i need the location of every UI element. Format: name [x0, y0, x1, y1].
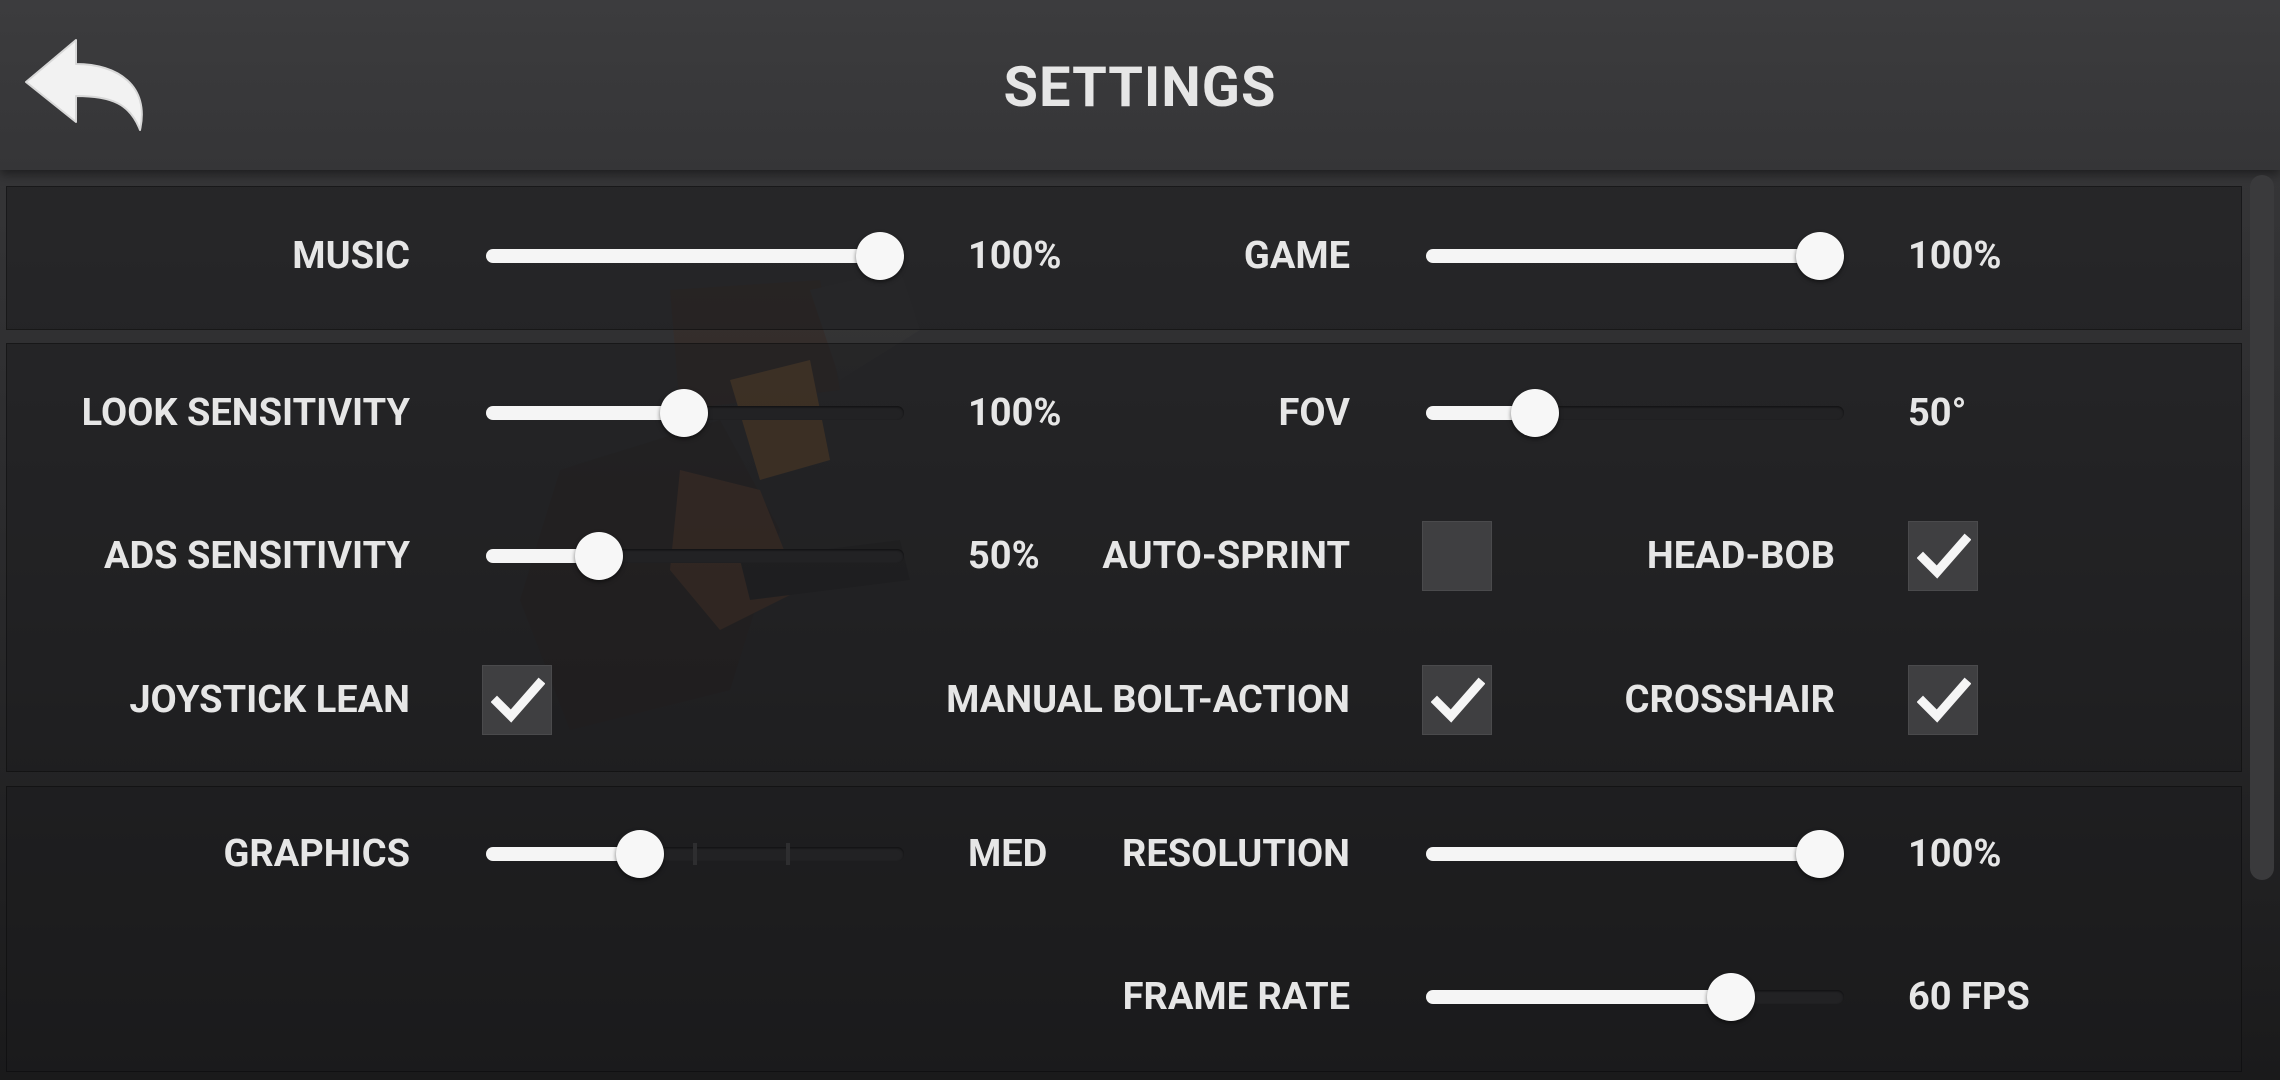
- checkmark-icon: [491, 677, 545, 723]
- look-sensitivity-label: LOOK SENSITIVITY: [81, 391, 410, 435]
- auto-sprint-label: AUTO-SPRINT: [1102, 534, 1350, 578]
- manual-bolt-action-checkbox[interactable]: [1422, 665, 1492, 735]
- crosshair-label: CROSSHAIR: [1624, 678, 1835, 722]
- checkmark-icon: [1917, 677, 1971, 723]
- music-slider[interactable]: [486, 232, 904, 280]
- slider-knob[interactable]: [1796, 830, 1844, 878]
- resolution-value: 100%: [1908, 832, 2002, 876]
- top-bar: SETTINGS: [0, 0, 2280, 170]
- joystick-lean-checkbox[interactable]: [482, 665, 552, 735]
- ads-sensitivity-label: ADS SENSITIVITY: [103, 534, 410, 578]
- graphics-label: GRAPHICS: [223, 832, 410, 876]
- slider-tick: [693, 843, 697, 865]
- slider-knob[interactable]: [574, 532, 623, 580]
- graphics-value: MED: [968, 832, 1048, 876]
- crosshair-checkbox[interactable]: [1908, 665, 1978, 735]
- ads-sensitivity-value: 50%: [968, 534, 1040, 578]
- resolution-label: RESOLUTION: [1122, 832, 1350, 876]
- fov-slider[interactable]: [1426, 389, 1844, 437]
- checkmark-icon: [1431, 677, 1485, 723]
- checkmark-icon: [1917, 533, 1971, 579]
- slider-knob[interactable]: [615, 830, 664, 878]
- ads-sensitivity-slider[interactable]: [486, 532, 904, 580]
- music-value: 100%: [968, 234, 1062, 278]
- slider-knob[interactable]: [1707, 973, 1756, 1021]
- music-label: MUSIC: [292, 234, 410, 278]
- head-bob-label: HEAD-BOB: [1646, 534, 1835, 578]
- page-title: SETTINGS: [1003, 54, 1277, 120]
- frame-rate-slider[interactable]: [1426, 973, 1844, 1021]
- frame-rate-label: FRAME RATE: [1122, 975, 1350, 1019]
- fov-value: 50°: [1908, 391, 1967, 435]
- slider-knob[interactable]: [1511, 389, 1560, 437]
- fov-label: FOV: [1278, 391, 1350, 435]
- joystick-lean-label: JOYSTICK LEAN: [129, 678, 410, 722]
- graphics-slider[interactable]: [486, 830, 904, 878]
- look-sensitivity-slider[interactable]: [486, 389, 904, 437]
- game-label: GAME: [1243, 234, 1350, 278]
- frame-rate-value: 60 FPS: [1908, 975, 2030, 1019]
- game-slider[interactable]: [1426, 232, 1844, 280]
- slider-tick: [785, 843, 790, 865]
- slider-knob[interactable]: [659, 389, 708, 437]
- slider-knob[interactable]: [1796, 232, 1844, 280]
- look-sensitivity-value: 100%: [968, 391, 1062, 435]
- slider-knob[interactable]: [856, 232, 904, 280]
- head-bob-checkbox[interactable]: [1908, 521, 1978, 591]
- game-value: 100%: [1908, 234, 2002, 278]
- scrollbar[interactable]: [2250, 175, 2274, 880]
- manual-bolt-action-label: MANUAL BOLT-ACTION: [946, 678, 1350, 722]
- auto-sprint-checkbox[interactable]: [1422, 521, 1492, 591]
- video-panel: [6, 786, 2242, 1072]
- resolution-slider[interactable]: [1426, 830, 1844, 878]
